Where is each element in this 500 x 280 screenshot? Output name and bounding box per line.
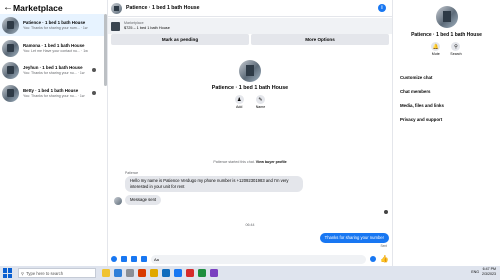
details-menu: Customize chat Chat members Media, files…: [400, 70, 444, 126]
avatar: [435, 6, 458, 28]
name-label: Name: [255, 105, 266, 109]
system-message: Patience started this chat. View buyer p…: [108, 160, 392, 164]
taskbar-app-icon[interactable]: [150, 269, 158, 277]
conversation-name: Ramona · 1 bed 1 bath House: [23, 42, 85, 48]
privacy-support-item[interactable]: Privacy and support: [400, 112, 444, 126]
conversation-item[interactable]: Patience · 1 bed 1 bath House You: Thank…: [0, 14, 104, 36]
sent-status: Sent: [380, 244, 387, 248]
search-label: Search: [450, 52, 462, 56]
taskbar-app-icon[interactable]: [138, 269, 146, 277]
info-icon[interactable]: i: [378, 4, 386, 12]
conversation-item[interactable]: Ramona · 1 bed 1 bath House You: Let me …: [0, 37, 104, 59]
chat-details-panel: Patience · 1 bed 1 bath House 🔔 Mute ⚲ S…: [392, 0, 500, 266]
taskbar-apps: [102, 269, 218, 277]
sender-name: Patience: [125, 171, 139, 175]
message-timestamp: 06:44: [245, 223, 255, 227]
chat-members-item[interactable]: Chat members: [400, 84, 444, 98]
chat-title[interactable]: Patience · 1 bed 1 bath House: [126, 5, 200, 11]
taskbar-app-icon[interactable]: [186, 269, 194, 277]
clock[interactable]: 6:47 PM 2/3/2023: [482, 267, 496, 277]
search-button[interactable]: ⚲ Search: [450, 42, 462, 56]
view-buyer-profile-link[interactable]: View buyer profile: [256, 160, 287, 164]
message-input[interactable]: Aa: [151, 254, 367, 264]
avatar[interactable]: [114, 197, 122, 205]
marketplace-title: Marketplace: [13, 3, 63, 13]
taskbar-search-placeholder: Type here to search: [26, 270, 64, 276]
mute-label: Mute: [431, 52, 440, 56]
customize-chat-item[interactable]: Customize chat: [400, 70, 444, 84]
plus-icon[interactable]: [111, 256, 117, 262]
windows-start-icon[interactable]: [3, 268, 13, 278]
more-options-button[interactable]: More Options: [251, 34, 389, 45]
conversation-snippet: You: Thanks for sharing your nu... · 1w: [23, 93, 85, 98]
conversation-snippet: You: Thanks for sharing your nu... · 1w: [23, 70, 85, 75]
details-name: Patience · 1 bed 1 bath House: [411, 32, 482, 38]
sticker-icon[interactable]: [131, 256, 137, 262]
seen-indicator-icon: [92, 91, 96, 95]
avatar: [2, 84, 19, 102]
taskbar-app-icon[interactable]: [210, 269, 218, 277]
add-label: Add: [236, 105, 243, 109]
add-button[interactable]: ♟ Add: [234, 95, 244, 109]
clock-date: 2/3/2023: [482, 272, 496, 276]
seen-indicator-icon: [92, 68, 96, 72]
chat-profile: Patience · 1 bed 1 bath House ♟ Add ✎ Na…: [108, 60, 392, 109]
taskbar-app-icon[interactable]: [174, 269, 182, 277]
listing-banner[interactable]: Marketplace $725 – 1 bed 1 bath House: [108, 18, 392, 34]
conversation-item[interactable]: Jeyhun · 1 bed 1 bath House You: Thanks …: [0, 59, 104, 81]
media-files-links-item[interactable]: Media, files and links: [400, 98, 444, 112]
scrollbar[interactable]: [104, 14, 107, 86]
taskbar-search-input[interactable]: ⚲ Type here to search: [18, 268, 96, 278]
system-message-text: Patience started this chat.: [213, 160, 255, 164]
avatar: [2, 39, 19, 57]
avatar[interactable]: [111, 2, 122, 14]
conversation-snippet: You: Let me Have your contact nu... · 1w: [23, 48, 88, 53]
add-person-icon: ♟: [234, 95, 244, 104]
language-indicator[interactable]: ENG: [471, 270, 479, 274]
system-tray: ENG 6:47 PM 2/3/2023: [471, 267, 496, 277]
gif-icon[interactable]: [141, 256, 147, 262]
emoji-icon[interactable]: [370, 256, 377, 262]
taskbar-app-icon[interactable]: [126, 269, 134, 277]
outgoing-message[interactable]: Thanks for sharing your number: [319, 233, 389, 243]
name-button[interactable]: ✎ Name: [255, 95, 266, 109]
mute-button[interactable]: 🔔 Mute: [431, 42, 441, 56]
message-composer: Aa 👍: [108, 253, 392, 265]
listing-price: $725 – 1 bed 1 bath House: [124, 26, 170, 30]
thumbs-up-icon[interactable]: 👍: [380, 256, 389, 263]
taskbar-app-icon[interactable]: [162, 269, 170, 277]
avatar: [2, 16, 19, 34]
avatar: [239, 60, 261, 82]
conversation-list-panel: ← Marketplace Patience · 1 bed 1 bath Ho…: [0, 0, 108, 266]
image-icon[interactable]: [121, 256, 127, 262]
taskbar-app-icon[interactable]: [198, 269, 206, 277]
avatar: [2, 61, 19, 79]
conversation-name: Patience · 1 bed 1 bath House: [23, 19, 86, 25]
listing-thumbnail: [111, 21, 120, 31]
search-icon: ⚲: [451, 42, 461, 51]
conversation-snippet: You: Thanks for sharing your num... · 1w: [23, 25, 88, 30]
incoming-message[interactable]: Hello my name is Patience Verdugo my pho…: [125, 176, 303, 192]
mark-as-pending-button[interactable]: Mark as pending: [111, 34, 249, 45]
chat-panel: Patience · 1 bed 1 bath House i Marketpl…: [108, 0, 392, 266]
conversation-item[interactable]: Betty · 1 bed 1 bath House You: Thanks f…: [0, 82, 104, 104]
pencil-icon: ✎: [256, 95, 265, 104]
chat-header: Patience · 1 bed 1 bath House i: [108, 0, 392, 17]
profile-name: Patience · 1 bed 1 bath House: [211, 85, 289, 91]
incoming-message[interactable]: Message sent: [125, 195, 162, 205]
listing-actions: Mark as pending More Options: [111, 34, 389, 45]
taskbar-app-icon[interactable]: [102, 269, 110, 277]
windows-taskbar: ⚲ Type here to search ENG 6:47 PM 2/3/20…: [0, 266, 500, 280]
bell-icon: 🔔: [431, 42, 441, 51]
taskbar-app-icon[interactable]: [114, 269, 122, 277]
back-arrow-icon[interactable]: ←: [3, 3, 13, 13]
seen-indicator-icon: [384, 210, 388, 214]
search-icon: ⚲: [21, 270, 25, 276]
